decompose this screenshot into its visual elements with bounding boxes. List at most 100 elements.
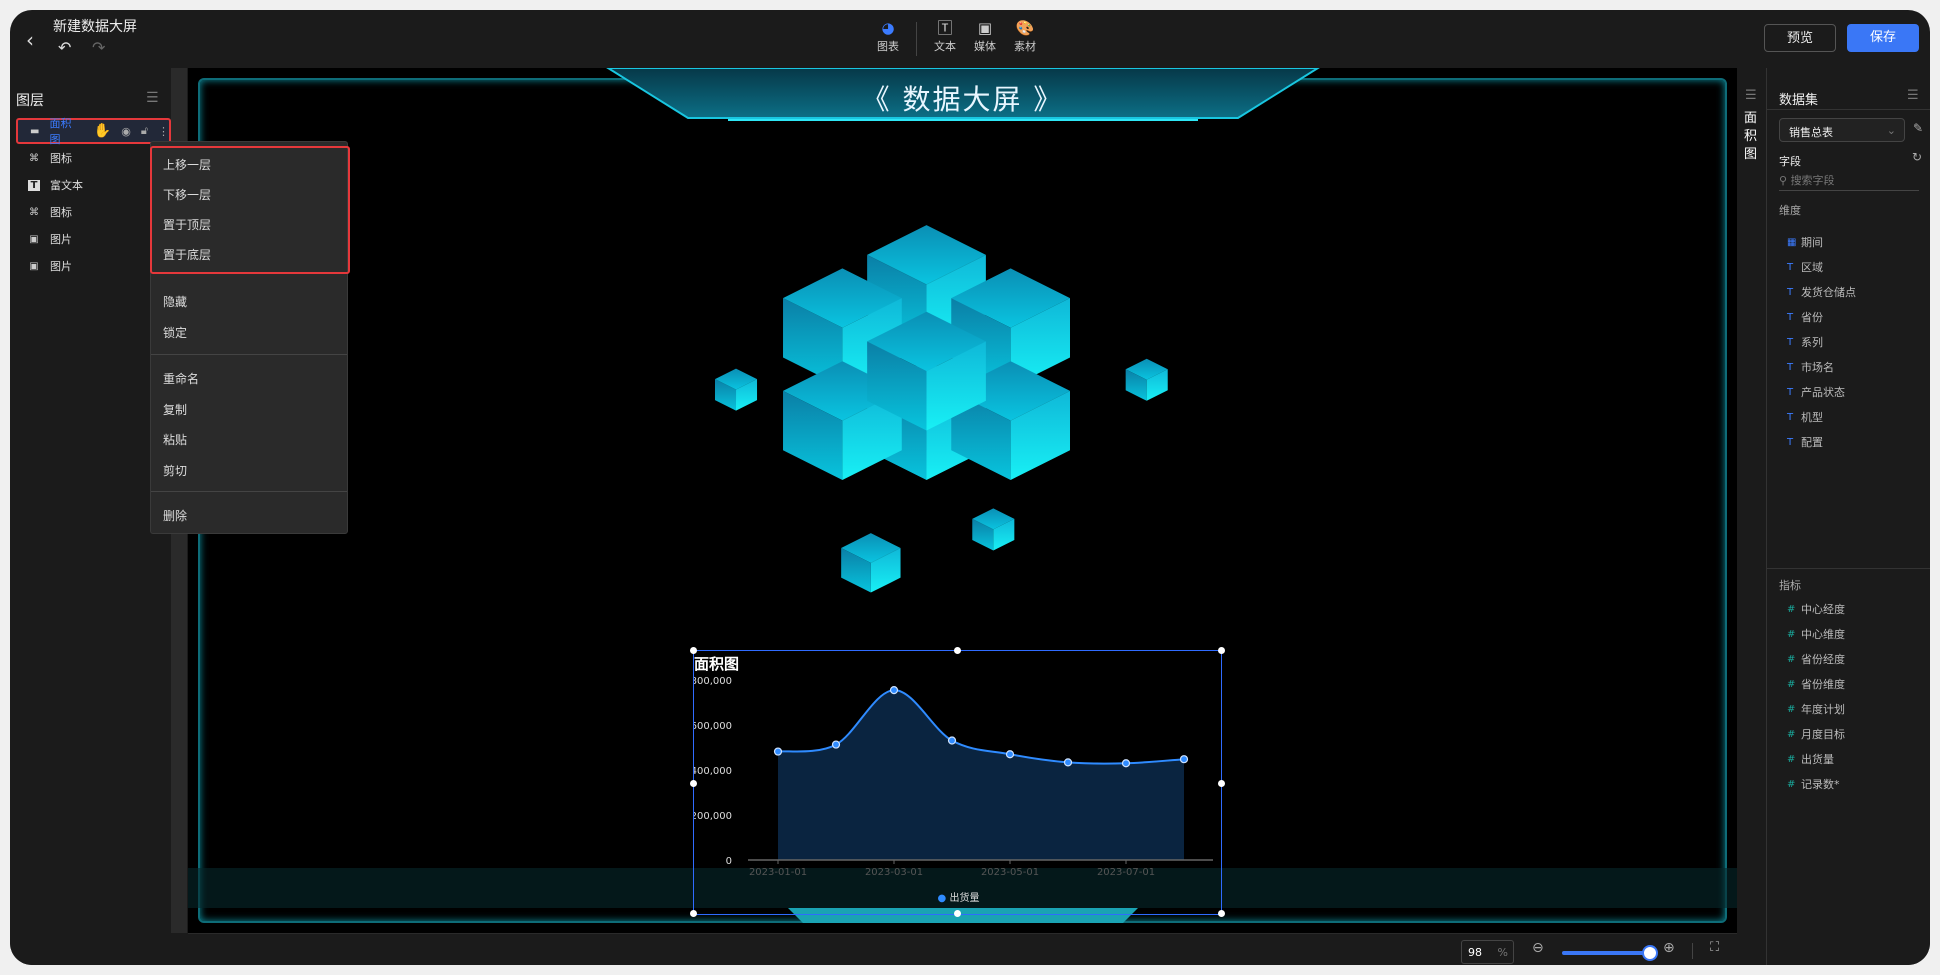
chart-legend[interactable]: ● 出货量 [694,889,1223,904]
command-icon: ⌘ [29,152,39,164]
hash-icon: # [1787,753,1796,765]
dimension-field[interactable]: T 省份 [1787,309,1823,325]
resize-handle[interactable] [690,910,697,917]
unlock-icon[interactable]: 🔓︎ [141,124,148,138]
undo-icon[interactable]: ↶ [58,38,71,57]
cube-graphic [714,368,758,411]
menu-item-bring-to-front[interactable]: 置于顶层 [163,216,211,233]
metric-field[interactable]: # 省份经度 [1787,651,1845,667]
dimension-field[interactable]: T 系列 [1787,334,1823,350]
zoom-slider[interactable] [1562,951,1652,955]
search-field-input[interactable]: ⚲ 搜索字段 [1779,169,1919,191]
dimension-field[interactable]: T 市场名 [1787,359,1834,375]
menu-item-copy[interactable]: 复制 [163,401,187,418]
text-type-icon: T [1787,336,1794,348]
dimension-field[interactable]: T 发货仓储点 [1787,284,1856,300]
data-point [831,740,841,749]
menu-item-lock[interactable]: 锁定 [163,324,187,341]
back-button[interactable]: ‹ [26,28,34,52]
menu-item-send-to-back[interactable]: 置于底层 [163,246,211,263]
metric-field[interactable]: # 中心维度 [1787,626,1845,642]
metric-field[interactable]: # 中心经度 [1787,601,1845,617]
field-label: 系列 [1801,336,1823,349]
dimension-field[interactable]: T 机型 [1787,409,1823,425]
layer-label: 图标 [50,206,72,219]
zoom-in-icon[interactable]: ⊕ [1663,940,1675,956]
layer-label: 图片 [50,233,72,246]
preview-button[interactable]: 预览 [1764,24,1836,52]
x-tick-label: 2023-01-01 [749,867,807,878]
expand-icon[interactable]: ☰ [1907,88,1919,103]
field-label: 出货量 [1801,753,1834,766]
field-label: 月度目标 [1801,728,1845,741]
menu-item-paste[interactable]: 粘贴 [163,431,187,448]
resize-handle[interactable] [1218,647,1225,654]
field-label: 省份维度 [1801,678,1845,691]
dataset-select[interactable]: 销售总表 ⌄ [1779,118,1905,142]
menu-item-rename[interactable]: 重命名 [163,370,199,387]
dimension-field[interactable]: T 产品状态 [1787,384,1845,400]
resize-handle[interactable] [690,780,697,787]
metric-field[interactable]: # 省份维度 [1787,676,1845,692]
layer-item-area-chart[interactable]: ▬ 面积图 ✋ ◉ 🔓︎ ⋮ [16,117,171,146]
fit-screen-icon[interactable]: ⛶ [1710,940,1719,955]
metric-field[interactable]: # 年度计划 [1787,701,1845,717]
area-chart-widget[interactable]: 面积图 0 200,000 400,000 600,000 800,000 2023-01… [690,647,1225,917]
eye-icon[interactable]: ◉ [121,125,131,138]
menu-item-move-down[interactable]: 下移一层 [163,186,211,203]
resize-handle[interactable] [954,647,961,654]
menu-item-delete[interactable]: 删除 [163,507,187,524]
collapse-icon[interactable]: ☰ [1745,88,1757,103]
resize-handle[interactable] [690,647,697,654]
command-icon: ⌘ [29,206,39,218]
dimension-field[interactable]: ▦ 期间 [1787,234,1823,250]
layer-item[interactable]: T 富文本 [16,172,171,198]
metric-field[interactable]: # 出货量 [1787,751,1834,767]
zoom-slider-handle[interactable] [1642,945,1659,961]
field-label: 省份经度 [1801,653,1845,666]
field-label: 中心维度 [1801,628,1845,641]
hash-icon: # [1787,703,1796,715]
save-button[interactable]: 保存 [1847,24,1919,52]
tool-text[interactable]: 🅃 文本 [925,18,965,56]
zoom-input[interactable]: 98% [1461,940,1514,964]
more-icon[interactable]: ⋮ [158,125,169,138]
menu-item-hide[interactable]: 隐藏 [163,293,187,310]
field-label: 省份 [1801,311,1823,324]
dimension-field[interactable]: T 区域 [1787,259,1823,275]
dimension-field[interactable]: T 配置 [1787,434,1823,450]
resize-handle[interactable] [1218,780,1225,787]
banner-title: 《 数据大屏 》 [861,83,1064,116]
field-label: 区域 [1801,261,1823,274]
metric-field[interactable]: # 月度目标 [1787,726,1845,742]
layer-item[interactable]: ⌘ 图标 [16,145,171,171]
tool-chart[interactable]: ◕ 图表 [868,18,908,56]
hand-cursor-icon: ✋ [93,123,112,139]
field-label: 发货仓储点 [1801,286,1856,299]
side-tab-area-chart[interactable]: 面积图 [1744,110,1758,164]
hash-icon: # [1787,728,1796,740]
zoom-out-icon[interactable]: ⊖ [1532,940,1544,956]
area-fill [778,690,1184,860]
menu-item-cut[interactable]: 剪切 [163,462,187,479]
tool-material[interactable]: 🎨 素材 [1005,18,1045,56]
layer-label: 面积图 [49,117,72,146]
refresh-icon[interactable]: ↻ [1912,150,1922,164]
resize-handle[interactable] [954,910,961,917]
menu-item-move-up[interactable]: 上移一层 [163,156,211,173]
page-title: 新建数据大屏 [53,19,137,35]
tool-media[interactable]: ▣ 媒体 [965,18,1005,56]
metric-field[interactable]: # 记录数* [1787,776,1840,792]
divider [151,354,347,355]
edit-icon[interactable]: ✎ [1913,121,1923,135]
hash-icon: # [1787,778,1796,790]
canvas[interactable]: 《 数据大屏 》 面积图 0 200,000 400,000 600,000 800,0… [188,68,1737,933]
field-label: 产品状态 [1801,386,1845,399]
layer-item[interactable]: ⌘ 图标 [16,199,171,225]
resize-handle[interactable] [1218,910,1225,917]
layer-item[interactable]: ▣ 图片 [16,226,171,252]
area-chart: 0 200,000 400,000 600,000 800,000 2023-01-01 2… [694,676,1213,878]
layer-item[interactable]: ▣ 图片 [16,253,171,279]
collapse-icon[interactable]: ☰ [146,90,159,106]
redo-icon[interactable]: ↷ [92,38,105,57]
